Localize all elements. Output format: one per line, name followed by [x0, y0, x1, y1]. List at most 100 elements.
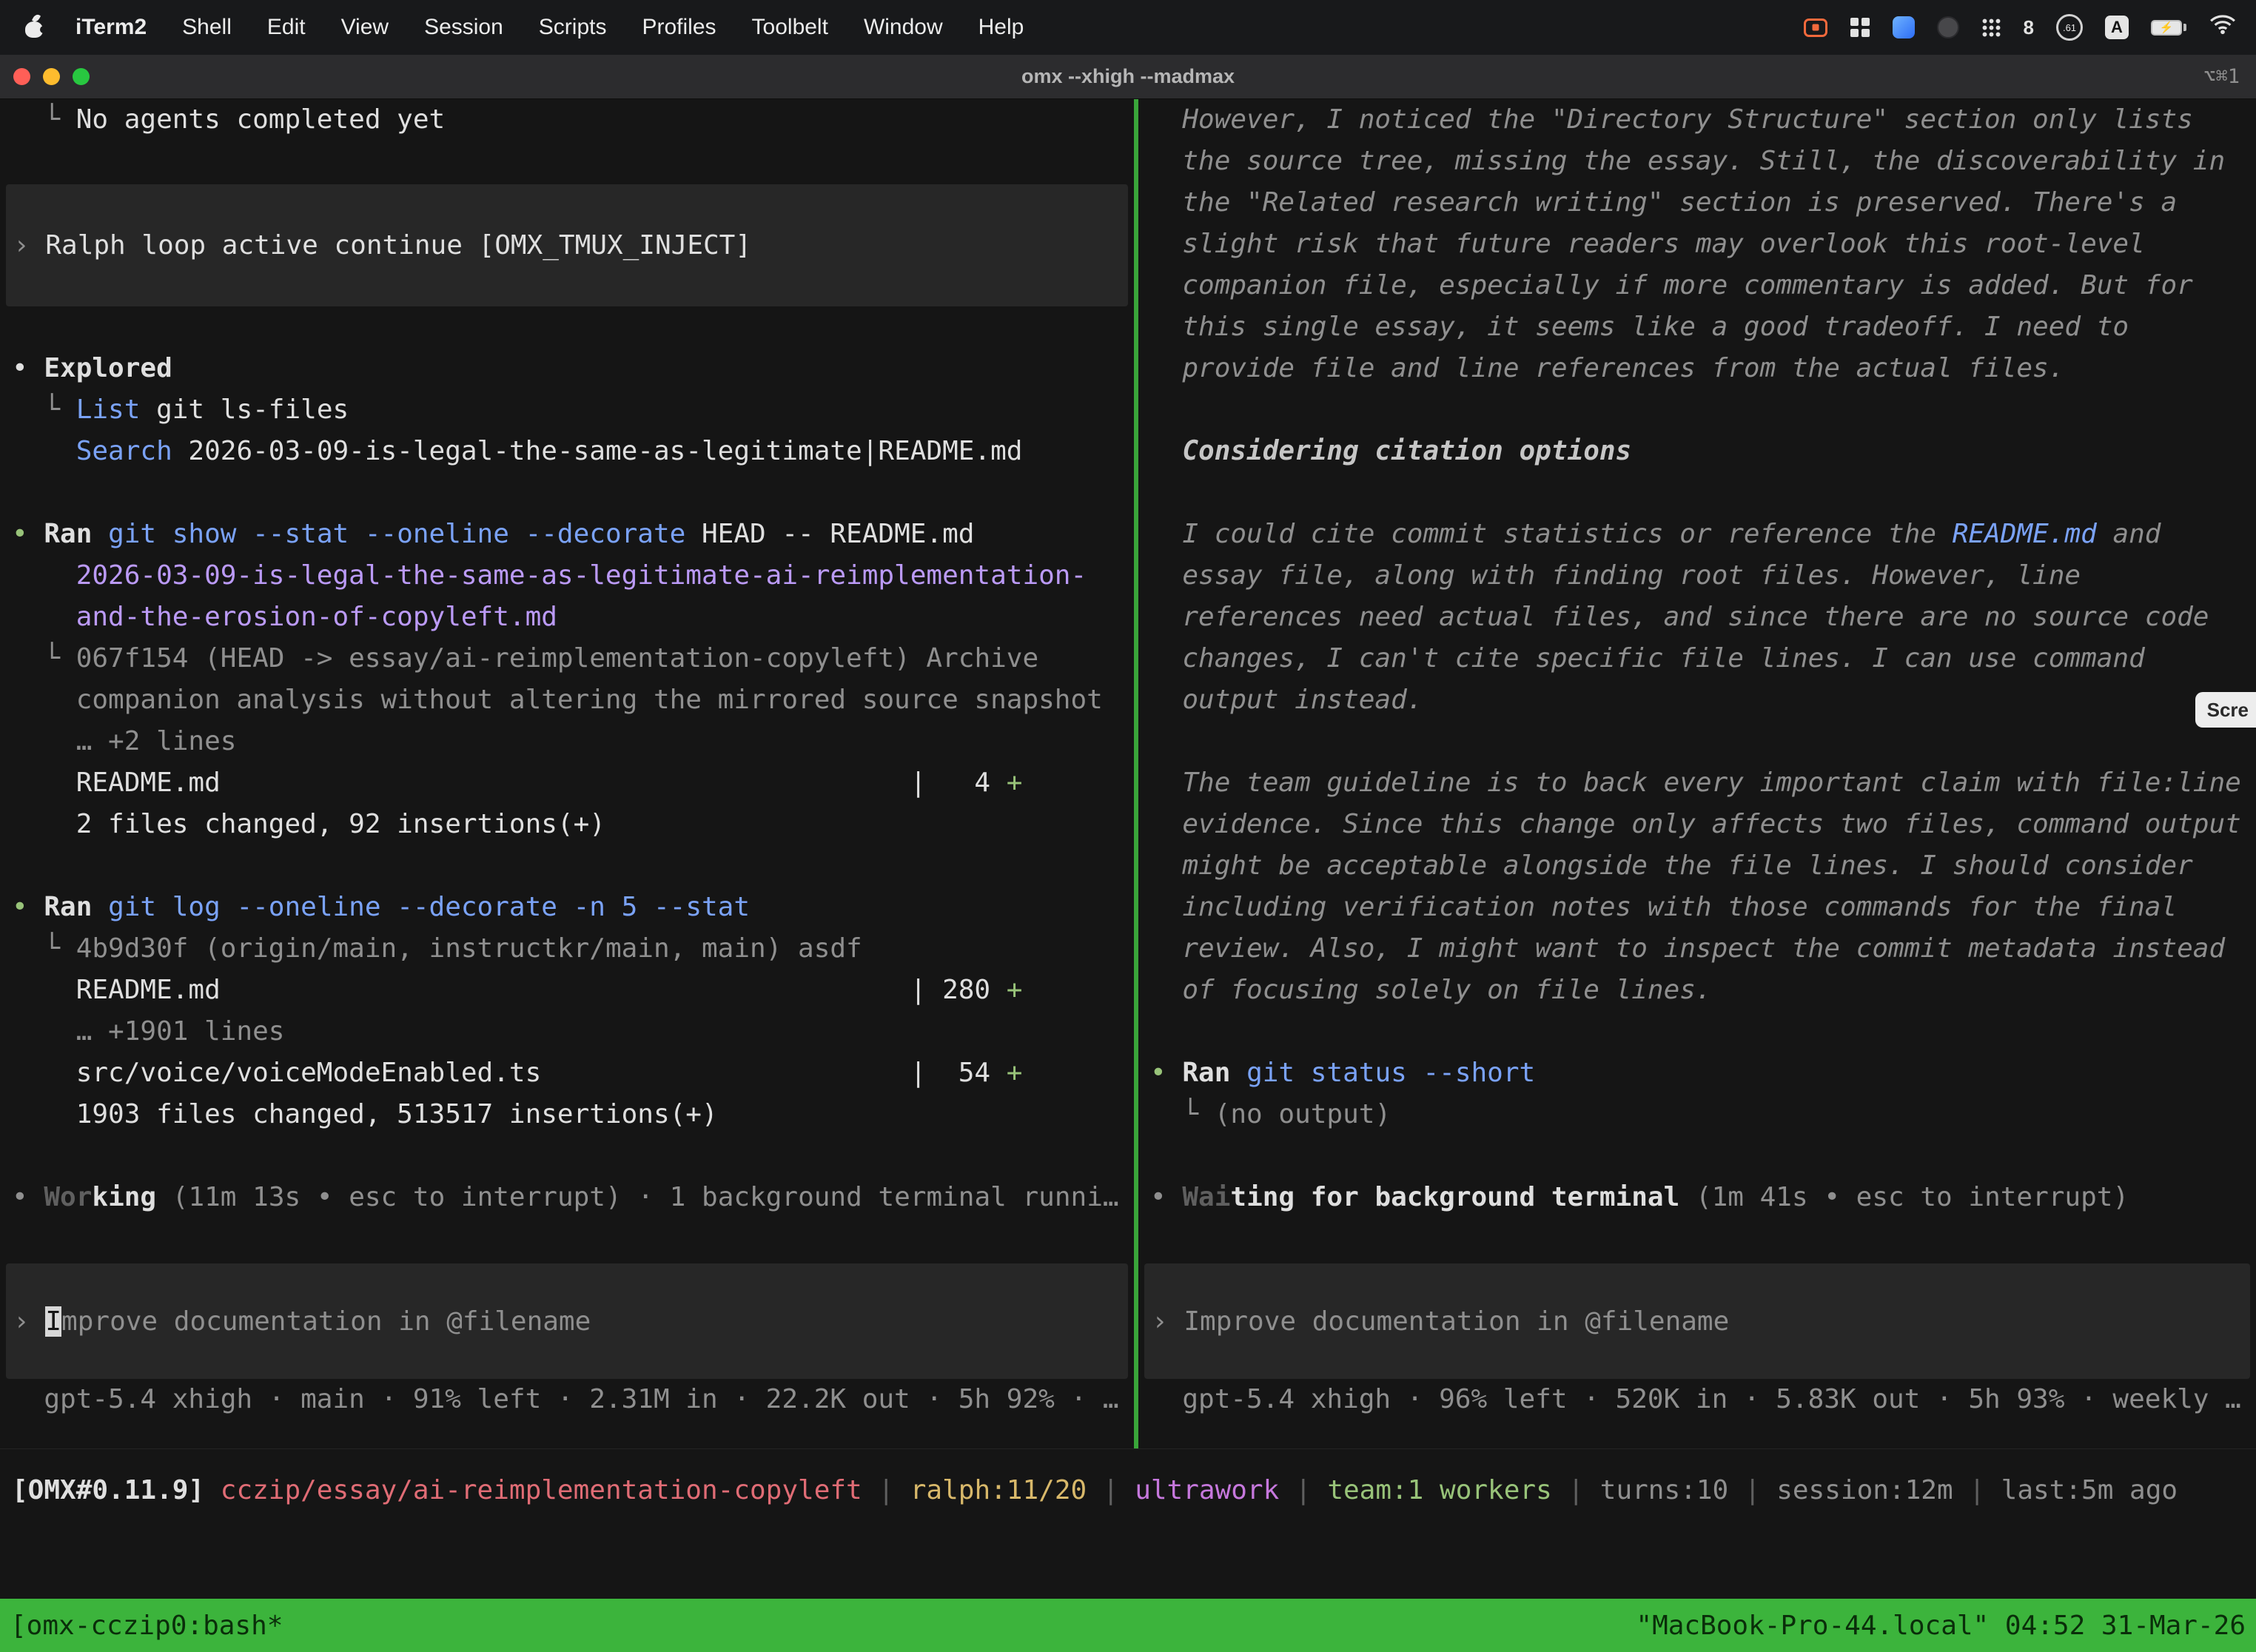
apple-menu-icon[interactable] [22, 13, 46, 42]
terminal-line: › Ralph loop active continue [OMX_TMUX_I… [6, 229, 1128, 262]
menubar-status-icons: 8 .61 A ⚡ [1804, 13, 2237, 41]
menu-item-iterm2[interactable]: iTerm2 [58, 15, 164, 40]
right-prompt-input[interactable]: › Improve documentation in @filename [1144, 1263, 2250, 1379]
right-pane: However, I noticed the "Directory Struct… [1138, 99, 2256, 1448]
gauge-icon[interactable]: .61 [2056, 14, 2083, 41]
terminal-line: essay file, along with finding root file… [1138, 555, 2256, 597]
terminal-line: … +2 lines [0, 721, 1134, 762]
terminal-line: • Waiting for background terminal (1m 41… [1138, 1177, 2256, 1218]
terminal-line: slight risk that future readers may over… [1138, 224, 2256, 265]
terminal-line [0, 845, 1134, 887]
wifi-icon[interactable] [2209, 13, 2237, 41]
left-pane: └ No agents completed yet › Ralph loop a… [0, 99, 1134, 1448]
screen-overlay-button[interactable]: Scre [2195, 692, 2256, 728]
terminal-line: └ List git ls-files [0, 389, 1134, 431]
terminal-line: Considering citation options [1138, 431, 2256, 472]
terminal-line: the "Related research writing" section i… [1138, 182, 2256, 224]
terminal-line: provide file and line references from th… [1138, 348, 2256, 389]
input-source-icon[interactable]: A [2105, 16, 2129, 39]
terminal-line: [OMX#0.11.9] cczip/essay/ai-reimplementa… [0, 1470, 2256, 1511]
terminal-line: • Ran git log --oneline --decorate -n 5 … [0, 887, 1134, 928]
terminal-line: README.md | 4 + [0, 762, 1134, 804]
terminal-line: I could cite commit statistics or refere… [1138, 514, 2256, 555]
terminal-line: • Explored [0, 348, 1134, 389]
terminal-line: the source tree, missing the essay. Stil… [1138, 141, 2256, 182]
terminal-line [0, 1135, 1134, 1177]
terminal-line [1138, 721, 2256, 762]
terminal-line: └ 067f154 (HEAD -> essay/ai-reimplementa… [0, 638, 1134, 679]
apps-grid-icon[interactable] [1981, 18, 2001, 38]
terminal-line: • Ran git show --stat --oneline --decora… [0, 514, 1134, 555]
terminal-line: src/voice/voiceModeEnabled.ts | 54 + [0, 1052, 1134, 1094]
left-pane-top-lines: └ No agents completed yet [0, 99, 1134, 141]
window-tiling-icon[interactable] [1850, 17, 1870, 38]
terminal-line: might be acceptable alongside the file l… [1138, 845, 2256, 887]
tmux-host-clock-label: "MacBook-Pro-44.local" 04:52 31-Mar-26 [1636, 1611, 2246, 1641]
terminal-line: However, I noticed the "Directory Struct… [1138, 99, 2256, 141]
ralph-loop-banner-lines: › Ralph loop active continue [OMX_TMUX_I… [6, 229, 1128, 262]
terminal-line [1138, 1135, 2256, 1177]
left-prompt-input[interactable]: › Improve documentation in @filename [6, 1263, 1128, 1379]
terminal-line: review. Also, I might want to inspect th… [1138, 928, 2256, 970]
terminal-line: gpt-5.4 xhigh · main · 91% left · 2.31M … [0, 1379, 1134, 1420]
terminal-line: The team guideline is to back every impo… [1138, 762, 2256, 804]
menu-item-edit[interactable]: Edit [249, 15, 323, 40]
keycap-8-icon[interactable]: 8 [2024, 16, 2034, 39]
left-prompt-input-lines: › Improve documentation in @filename [6, 1305, 1128, 1338]
terminal-line: 2026-03-09-is-legal-the-same-as-legitima… [0, 555, 1134, 597]
menu-item-view[interactable]: View [323, 15, 406, 40]
blue-app-icon[interactable] [1893, 16, 1915, 38]
menu-item-window[interactable]: Window [846, 15, 961, 40]
terminal-line: evidence. Since this change only affects… [1138, 804, 2256, 845]
terminal-line: Search 2026-03-09-is-legal-the-same-as-l… [0, 431, 1134, 472]
tmux-statusbar: [omx-cczip0:bash* "MacBook-Pro-44.local"… [0, 1599, 2256, 1652]
omx-status-area: [OMX#0.11.9] cczip/essay/ai-reimplementa… [0, 1448, 2256, 1599]
terminal-line: 2 files changed, 92 insertions(+) [0, 804, 1134, 845]
terminal-line: output instead. [1138, 679, 2256, 721]
terminal-line: 1903 files changed, 513517 insertions(+) [0, 1094, 1134, 1135]
terminal-line: companion analysis without altering the … [0, 679, 1134, 721]
terminal-line: changes, I can't cite specific file line… [1138, 638, 2256, 679]
menu-item-profiles[interactable]: Profiles [624, 15, 733, 40]
terminal-line: references need actual files, and since … [1138, 597, 2256, 638]
macos-menubar: iTerm2ShellEditViewSessionScriptsProfile… [0, 0, 2256, 55]
terminal-line: and-the-erosion-of-copyleft.md [0, 597, 1134, 638]
battery-icon[interactable]: ⚡ [2151, 20, 2186, 36]
terminal-line: … +1901 lines [0, 1011, 1134, 1052]
right-prompt-input-lines: › Improve documentation in @filename [1144, 1305, 2250, 1338]
terminal-line: companion file, especially if more comme… [1138, 265, 2256, 306]
terminal-line: • Ran git status --short [1138, 1052, 2256, 1094]
left-pane-body-lines: • Explored └ List git ls-files Search 20… [0, 348, 1134, 1218]
terminal-line: of focusing solely on file lines. [1138, 970, 2256, 1011]
dark-app-icon[interactable] [1937, 16, 1959, 38]
terminal-line [0, 472, 1134, 514]
terminal-line [1138, 389, 2256, 431]
terminal-line: • Working (11m 13s • esc to interrupt) ·… [0, 1177, 1134, 1218]
terminal-line: README.md | 280 + [0, 970, 1134, 1011]
menu-item-session[interactable]: Session [406, 15, 521, 40]
menu-item-help[interactable]: Help [961, 15, 1042, 40]
terminal-line: └ (no output) [1138, 1094, 2256, 1135]
terminal-line [1138, 1011, 2256, 1052]
screen-recording-icon[interactable] [1804, 19, 1827, 37]
menu-item-scripts[interactable]: Scripts [521, 15, 625, 40]
window-shortcut-hint: ⌥⌘1 [2203, 55, 2240, 98]
ralph-loop-banner: › Ralph loop active continue [OMX_TMUX_I… [6, 184, 1128, 306]
window-titlebar: omx --xhigh --madmax ⌥⌘1 [0, 55, 2256, 99]
terminal-line: └ 4b9d30f (origin/main, instructkr/main,… [0, 928, 1134, 970]
terminal-line: › Improve documentation in @filename [6, 1305, 1128, 1338]
tmux-session-label: [omx-cczip0:bash* [10, 1611, 283, 1641]
left-pane-status-line: gpt-5.4 xhigh · main · 91% left · 2.31M … [0, 1379, 1134, 1420]
right-pane-body-lines: However, I noticed the "Directory Struct… [1138, 99, 2256, 1218]
menu-item-toolbelt[interactable]: Toolbelt [734, 15, 846, 40]
terminal-panes: └ No agents completed yet › Ralph loop a… [0, 99, 2256, 1448]
terminal-line: └ No agents completed yet [0, 99, 1134, 141]
terminal-line [1138, 472, 2256, 514]
screen: iTerm2ShellEditViewSessionScriptsProfile… [0, 0, 2256, 1652]
menu-item-shell[interactable]: Shell [164, 15, 249, 40]
terminal-line: including verification notes with those … [1138, 887, 2256, 928]
omx-status-lines: [OMX#0.11.9] cczip/essay/ai-reimplementa… [0, 1470, 2256, 1511]
window-title: omx --xhigh --madmax [0, 55, 2256, 98]
terminal-line: › Improve documentation in @filename [1144, 1305, 2250, 1338]
right-pane-status-line: gpt-5.4 xhigh · 96% left · 520K in · 5.8… [1138, 1379, 2256, 1420]
